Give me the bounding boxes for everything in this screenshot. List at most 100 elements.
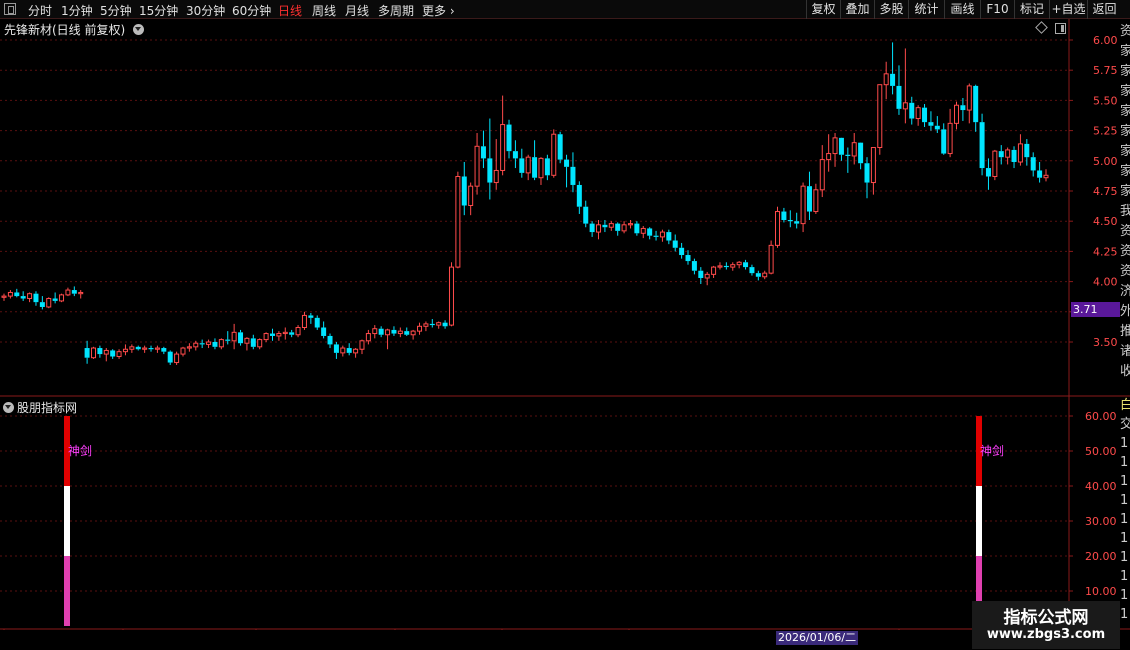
candle[interactable] xyxy=(723,262,729,270)
candle[interactable] xyxy=(794,212,800,229)
candle[interactable] xyxy=(397,327,403,338)
candle[interactable] xyxy=(1030,152,1036,177)
candle[interactable] xyxy=(538,157,544,185)
candle[interactable] xyxy=(519,148,525,178)
candle[interactable] xyxy=(257,338,263,350)
toolbar-button-5[interactable]: F10 xyxy=(980,0,1014,19)
candle[interactable] xyxy=(301,311,307,330)
period-tab-8[interactable]: 月线 xyxy=(345,2,369,19)
candle[interactable] xyxy=(787,210,793,228)
candle[interactable] xyxy=(525,154,531,181)
candle[interactable] xyxy=(717,262,723,270)
candle[interactable] xyxy=(544,154,550,181)
candle[interactable] xyxy=(148,345,154,352)
period-tab-10[interactable]: 更多 › xyxy=(422,2,455,19)
candle[interactable] xyxy=(979,113,985,176)
candle[interactable] xyxy=(461,162,467,216)
candle[interactable] xyxy=(346,343,352,356)
candle[interactable] xyxy=(698,267,704,285)
candle[interactable] xyxy=(647,227,653,240)
candle[interactable] xyxy=(570,152,576,193)
candle[interactable] xyxy=(372,325,378,339)
candle[interactable] xyxy=(359,339,365,355)
candle[interactable] xyxy=(659,229,665,242)
candle[interactable] xyxy=(14,288,20,298)
candle[interactable] xyxy=(589,221,595,237)
candle[interactable] xyxy=(826,134,832,172)
candle[interactable] xyxy=(154,345,160,353)
candle[interactable] xyxy=(768,240,774,275)
candle[interactable] xyxy=(231,323,237,350)
candle[interactable] xyxy=(704,271,710,286)
candle[interactable] xyxy=(551,129,557,178)
chart-canvas[interactable]: 神剑神剑 3.503.754.004.254.504.755.005.255.5… xyxy=(0,19,1130,630)
candle[interactable] xyxy=(749,264,755,276)
candle[interactable] xyxy=(84,340,90,364)
candle[interactable] xyxy=(838,137,844,161)
candle[interactable] xyxy=(33,291,39,306)
layout-toggle-icon[interactable] xyxy=(4,3,16,15)
candle[interactable] xyxy=(289,329,295,338)
candle[interactable] xyxy=(263,332,269,342)
candle[interactable] xyxy=(276,331,282,341)
candle[interactable] xyxy=(576,181,582,214)
candle[interactable] xyxy=(902,48,908,124)
candle[interactable] xyxy=(909,96,915,125)
candle[interactable] xyxy=(327,333,333,349)
candle[interactable] xyxy=(71,286,77,297)
candle[interactable] xyxy=(640,226,646,239)
candle[interactable] xyxy=(423,321,429,332)
candle[interactable] xyxy=(941,123,947,155)
candle[interactable] xyxy=(1,293,7,301)
candle[interactable] xyxy=(800,182,806,233)
period-tab-5[interactable]: 60分钟 xyxy=(232,2,271,19)
candle[interactable] xyxy=(174,351,180,365)
candle[interactable] xyxy=(845,147,851,173)
candle[interactable] xyxy=(110,349,116,359)
candle[interactable] xyxy=(468,182,474,216)
toolbar-button-7[interactable]: +自选 xyxy=(1049,0,1087,19)
candle[interactable] xyxy=(142,345,148,353)
candle[interactable] xyxy=(621,221,627,234)
candle[interactable] xyxy=(52,292,58,304)
candle[interactable] xyxy=(532,140,538,181)
candle[interactable] xyxy=(992,149,998,181)
period-tab-1[interactable]: 1分钟 xyxy=(61,2,93,19)
candle[interactable] xyxy=(634,221,640,236)
candle[interactable] xyxy=(90,346,96,359)
candle[interactable] xyxy=(378,326,384,338)
candle[interactable] xyxy=(1005,147,1011,165)
candle[interactable] xyxy=(244,337,250,351)
period-tab-0[interactable]: 分时 xyxy=(28,2,52,19)
candle[interactable] xyxy=(985,158,991,190)
candle[interactable] xyxy=(896,65,902,115)
chevron-down-icon[interactable] xyxy=(133,24,145,35)
candle[interactable] xyxy=(429,319,435,328)
candle[interactable] xyxy=(442,320,448,329)
candle[interactable] xyxy=(506,119,512,159)
candle[interactable] xyxy=(679,242,685,259)
candle[interactable] xyxy=(161,346,167,355)
candle[interactable] xyxy=(954,101,960,130)
candle[interactable] xyxy=(333,342,339,359)
candle[interactable] xyxy=(404,327,410,336)
candle[interactable] xyxy=(922,104,928,127)
candle[interactable] xyxy=(295,325,301,338)
toolbar-button-0[interactable]: 复权 xyxy=(806,0,840,19)
period-tab-4[interactable]: 30分钟 xyxy=(186,2,225,19)
candle[interactable] xyxy=(557,131,563,164)
candle[interactable] xyxy=(218,338,224,350)
candle[interactable] xyxy=(500,95,506,176)
candle[interactable] xyxy=(250,334,256,350)
candle[interactable] xyxy=(691,258,697,275)
candle[interactable] xyxy=(353,348,359,358)
candle[interactable] xyxy=(212,338,218,350)
candle[interactable] xyxy=(135,345,141,351)
candle[interactable] xyxy=(583,200,589,228)
toolbar-button-6[interactable]: 标记 xyxy=(1014,0,1049,19)
candle[interactable] xyxy=(186,343,192,352)
candle[interactable] xyxy=(1037,162,1043,183)
candle[interactable] xyxy=(193,340,199,351)
candle[interactable] xyxy=(282,327,288,340)
candle[interactable] xyxy=(666,229,672,245)
